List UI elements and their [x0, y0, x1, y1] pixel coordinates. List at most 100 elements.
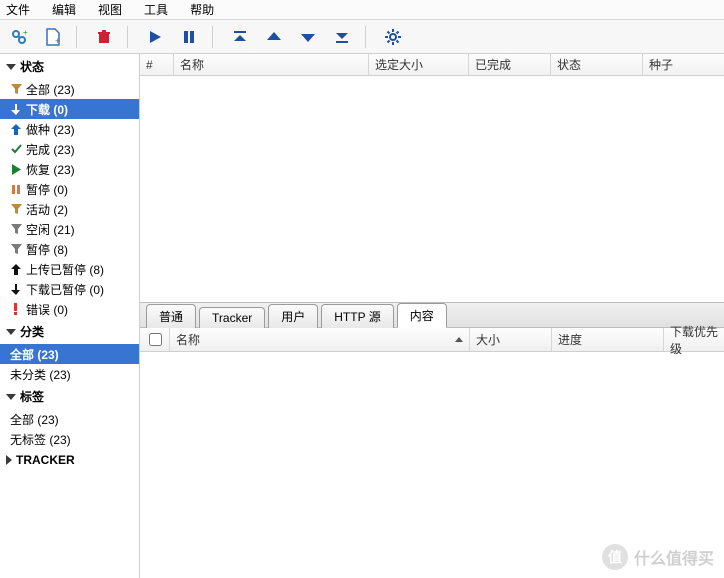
sidebar-group-label: 分类: [20, 323, 44, 340]
sidebar-item[interactable]: 活动 (2): [0, 199, 139, 219]
sidebar-item[interactable]: 下载已暂停 (0): [0, 279, 139, 299]
torrent-table-header: # 名称 选定大小 已完成 状态 种子: [140, 54, 724, 76]
move-bottom-button[interactable]: [327, 24, 357, 50]
chevron-down-icon: [6, 329, 16, 335]
select-all-checkbox[interactable]: [149, 333, 162, 346]
sidebar-item[interactable]: 无标签 (23): [0, 429, 139, 449]
sidebar-group-category[interactable]: 分类: [0, 319, 139, 344]
content-table-header: 名称 大小 进度 下载优先级: [140, 328, 724, 352]
pause-button[interactable]: [174, 24, 204, 50]
sidebar: 状态 全部 (23) 下载 (0) 做种 (23) 完成 (23) 恢复 (23) 暂停 …: [0, 54, 140, 578]
sidebar-item-label: 无标签 (23): [10, 431, 71, 448]
tab-general[interactable]: 普通: [146, 304, 196, 328]
toolbar-separator: [212, 26, 213, 48]
toolbar-separator: [365, 26, 366, 48]
sidebar-item-label: 下载 (0): [26, 101, 68, 118]
tab-peers[interactable]: 用户: [268, 304, 318, 328]
col-content-priority[interactable]: 下载优先级: [664, 328, 724, 351]
start-button[interactable]: [140, 24, 170, 50]
sidebar-item[interactable]: 下载 (0): [0, 99, 139, 119]
sidebar-item[interactable]: 恢复 (23): [0, 159, 139, 179]
sidebar-item-label: 完成 (23): [26, 141, 75, 158]
tab-tracker[interactable]: Tracker: [199, 307, 265, 328]
col-seeds[interactable]: 种子: [643, 54, 724, 75]
sidebar-item-label: 全部 (23): [10, 346, 59, 363]
tab-content[interactable]: 内容: [397, 303, 447, 328]
funnel-icon: [10, 203, 22, 215]
menu-edit[interactable]: 编辑: [52, 1, 76, 18]
sidebar-group-tags[interactable]: 标签: [0, 384, 139, 409]
play-icon: [10, 163, 22, 175]
sidebar-item[interactable]: 暂停 (8): [0, 239, 139, 259]
sidebar-group-label: TRACKER: [16, 453, 75, 467]
col-content-name[interactable]: 名称: [170, 328, 470, 351]
sidebar-item[interactable]: 全部 (23): [0, 79, 139, 99]
col-done[interactable]: 已完成: [469, 54, 551, 75]
move-top-button[interactable]: [225, 24, 255, 50]
arrow-up-icon: [10, 123, 22, 135]
tab-http[interactable]: HTTP 源: [321, 304, 393, 328]
sidebar-item[interactable]: 错误 (0): [0, 299, 139, 319]
sidebar-item[interactable]: 完成 (23): [0, 139, 139, 159]
sidebar-item-label: 做种 (23): [26, 121, 75, 138]
sidebar-item-label: 全部 (23): [26, 81, 75, 98]
move-up-button[interactable]: [259, 24, 289, 50]
sidebar-group-tracker[interactable]: TRACKER: [0, 449, 139, 471]
menu-bar: 文件 编辑 视图 工具 帮助: [0, 0, 724, 20]
chevron-right-icon: [6, 455, 12, 465]
detail-tabs: 普通 Tracker 用户 HTTP 源 内容: [140, 302, 724, 328]
add-link-button[interactable]: +: [4, 24, 34, 50]
menu-help[interactable]: 帮助: [190, 1, 214, 18]
funnel-icon: [10, 223, 22, 235]
sidebar-item[interactable]: 做种 (23): [0, 119, 139, 139]
bang-icon: [10, 303, 22, 315]
sidebar-group-label: 标签: [20, 388, 44, 405]
delete-button[interactable]: [89, 24, 119, 50]
funnel-icon: [10, 243, 22, 255]
col-content-size[interactable]: 大小: [470, 328, 552, 351]
sidebar-item-label: 未分类 (23): [10, 366, 71, 383]
sidebar-item[interactable]: 未分类 (23): [0, 364, 139, 384]
arrow-dn-icon: [10, 283, 22, 295]
arrow-dn-icon: [10, 103, 22, 115]
chevron-down-icon: [6, 394, 16, 400]
add-file-button[interactable]: +: [38, 24, 68, 50]
sidebar-item[interactable]: 上传已暂停 (8): [0, 259, 139, 279]
svg-text:+: +: [55, 36, 60, 46]
col-size[interactable]: 选定大小: [369, 54, 469, 75]
sort-asc-icon: [455, 337, 463, 342]
pause-icon: [10, 183, 22, 195]
torrent-table-body[interactable]: [140, 76, 724, 302]
menu-view[interactable]: 视图: [98, 1, 122, 18]
sidebar-item[interactable]: 全部 (23): [0, 344, 139, 364]
menu-tools[interactable]: 工具: [144, 1, 168, 18]
sidebar-item-label: 上传已暂停 (8): [26, 261, 104, 278]
svg-text:+: +: [23, 28, 28, 37]
sidebar-item[interactable]: 空闲 (21): [0, 219, 139, 239]
menu-file[interactable]: 文件: [6, 1, 30, 18]
sidebar-item-label: 恢复 (23): [26, 161, 75, 178]
col-checkbox[interactable]: [140, 328, 170, 351]
arrow-up-icon: [10, 263, 22, 275]
sidebar-item[interactable]: 全部 (23): [0, 409, 139, 429]
col-number[interactable]: #: [140, 54, 174, 75]
move-down-button[interactable]: [293, 24, 323, 50]
toolbar-separator: [76, 26, 77, 48]
col-status[interactable]: 状态: [551, 54, 643, 75]
sidebar-item-label: 全部 (23): [10, 411, 59, 428]
content-table-body[interactable]: [140, 352, 724, 578]
sidebar-item-label: 错误 (0): [26, 301, 68, 318]
toolbar: + +: [0, 20, 724, 54]
sidebar-item-label: 暂停 (0): [26, 181, 68, 198]
col-name[interactable]: 名称: [174, 54, 369, 75]
col-content-progress[interactable]: 进度: [552, 328, 664, 351]
sidebar-item-label: 空闲 (21): [26, 221, 75, 238]
sidebar-group-status[interactable]: 状态: [0, 54, 139, 79]
check-icon: [10, 143, 22, 155]
chevron-down-icon: [6, 64, 16, 70]
toolbar-separator: [127, 26, 128, 48]
sidebar-group-label: 状态: [20, 58, 44, 75]
col-content-name-label: 名称: [176, 331, 200, 348]
settings-button[interactable]: [378, 24, 408, 50]
sidebar-item[interactable]: 暂停 (0): [0, 179, 139, 199]
